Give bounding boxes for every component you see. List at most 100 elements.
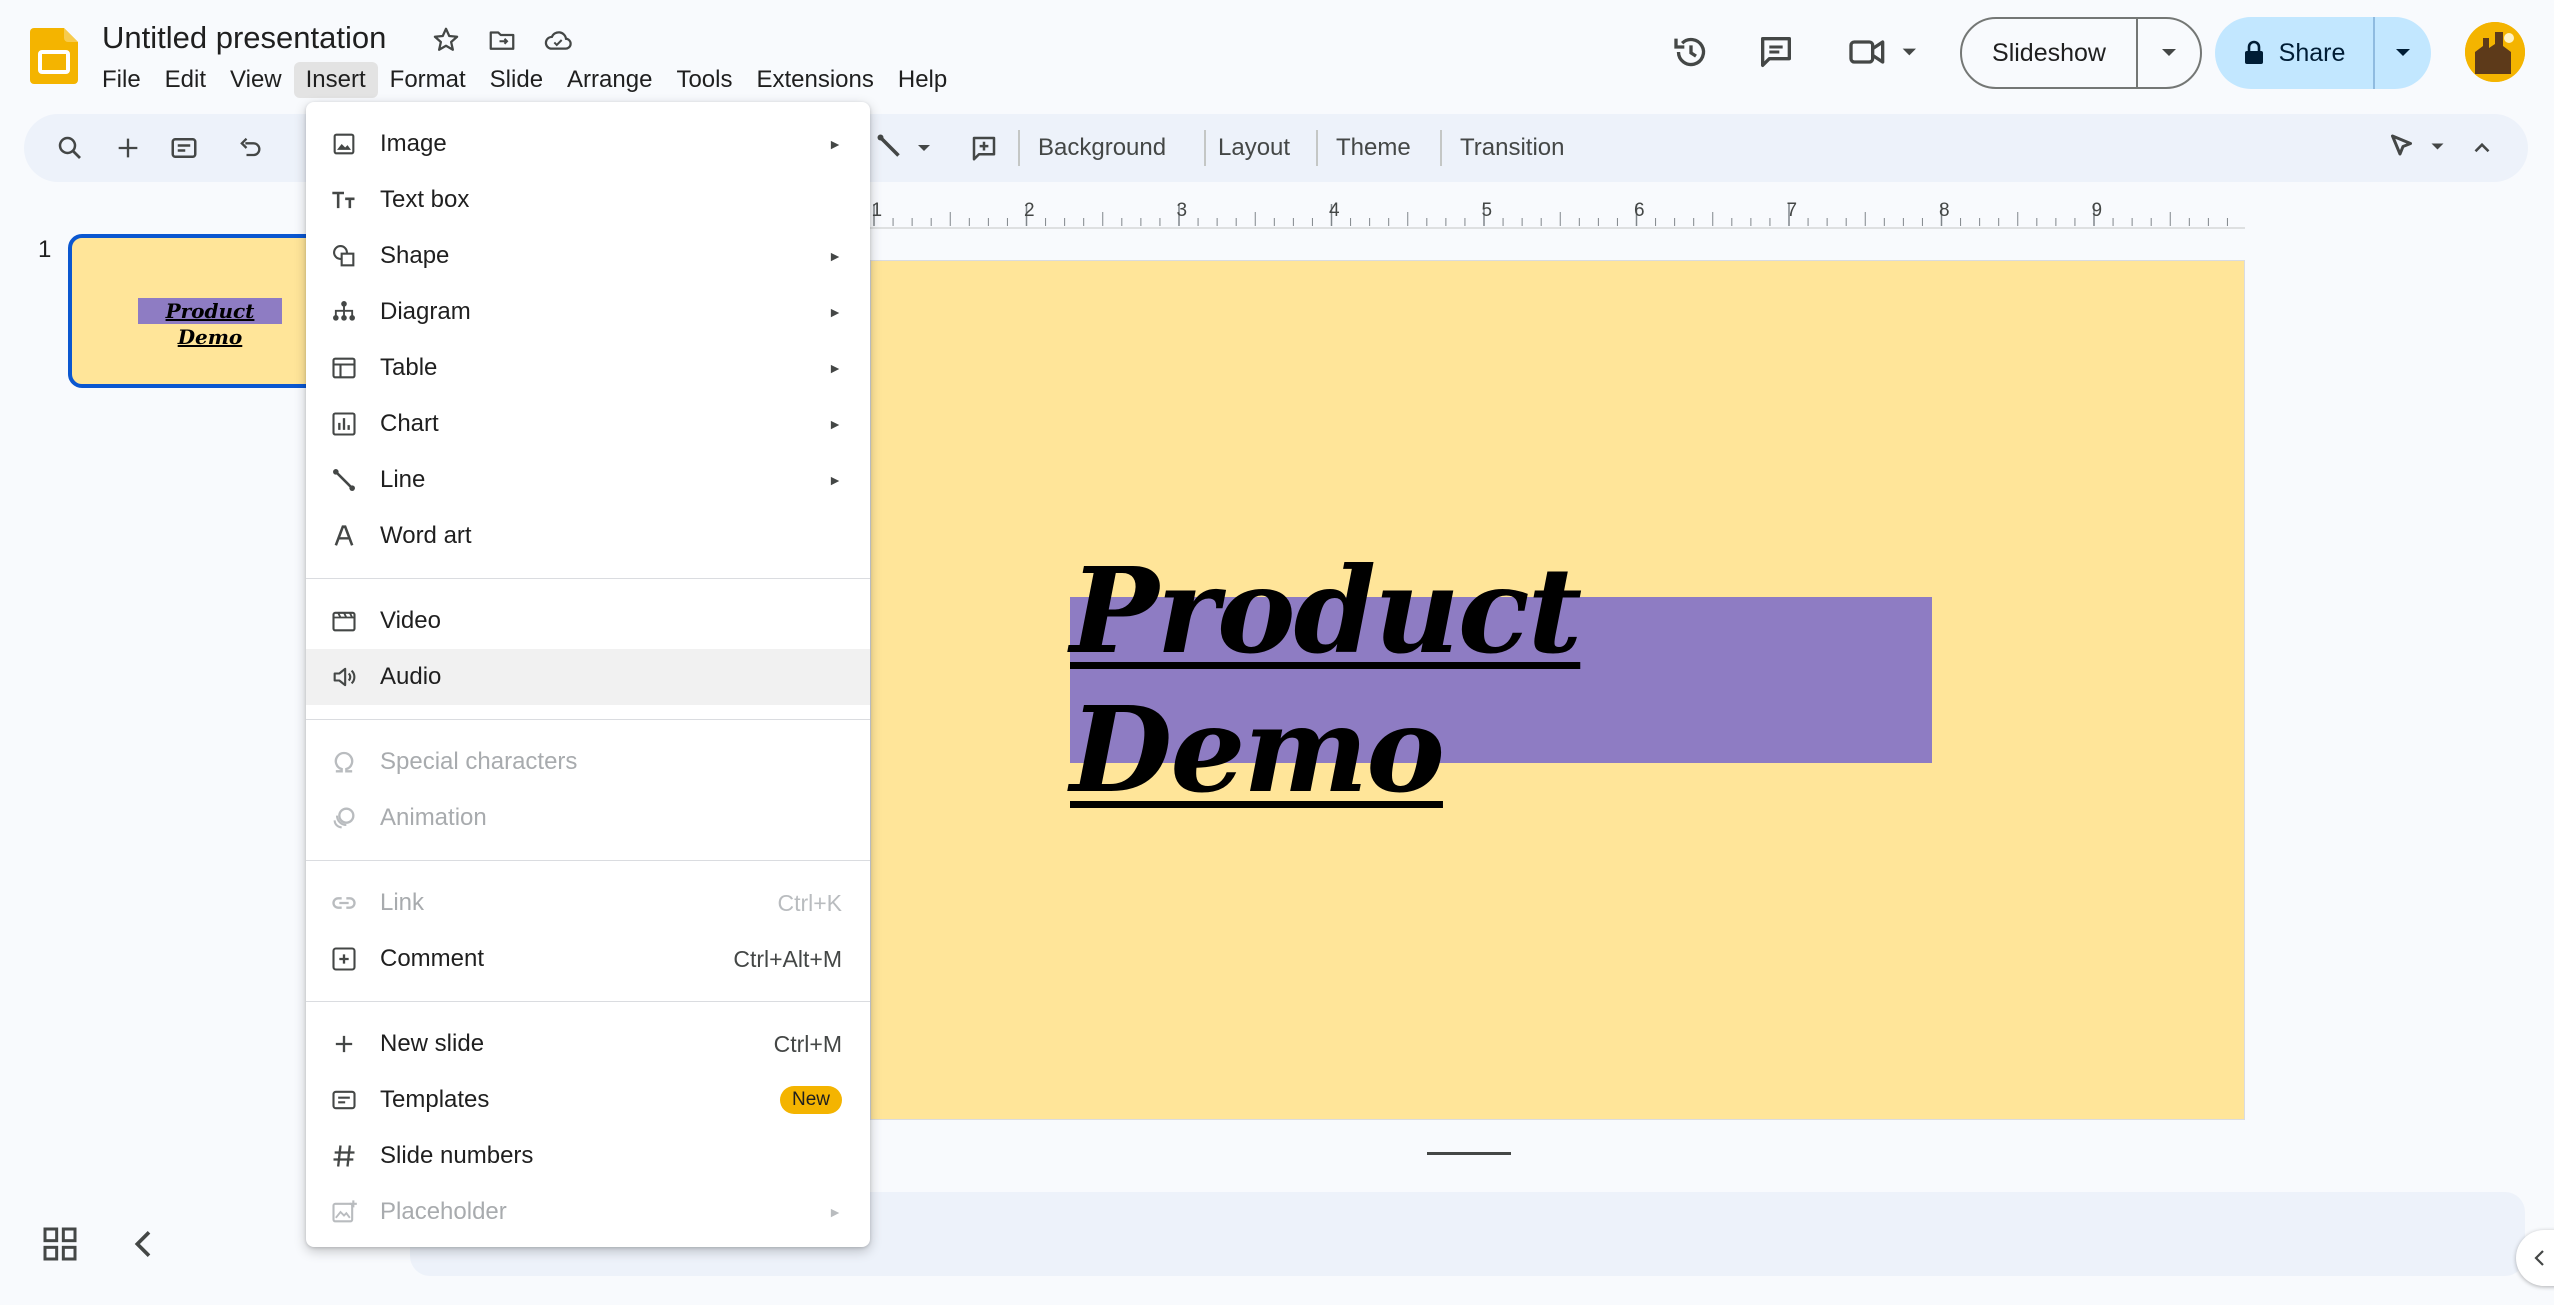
menu-edit[interactable]: Edit: [153, 62, 218, 98]
omega-icon: [328, 746, 360, 778]
templates-icon: [328, 1084, 360, 1116]
layout-button[interactable]: Layout: [1208, 128, 1300, 168]
account-avatar[interactable]: [2465, 22, 2525, 82]
insert-menu-image[interactable]: Image ►: [306, 116, 870, 172]
menu-item-label: Placeholder: [380, 1198, 507, 1225]
menu-item-label: Templates: [380, 1086, 490, 1113]
ruler-number: 5: [1481, 200, 1493, 221]
menu-shortcut: Ctrl+Alt+M: [733, 945, 842, 972]
menu-item-label: Video: [380, 607, 441, 634]
new-slide-plus-icon[interactable]: [104, 124, 152, 172]
comments-icon[interactable]: [1752, 28, 1800, 76]
insert-menu-diagram[interactable]: Diagram ►: [306, 284, 870, 340]
menu-item-label: Animation: [380, 804, 487, 831]
insert-menu-word-art[interactable]: Word art: [306, 508, 870, 564]
submenu-arrow-icon: ►: [828, 248, 842, 264]
insert-menu-chart[interactable]: Chart ►: [306, 396, 870, 452]
slide-number: 1: [38, 236, 52, 263]
share-group: Share: [2215, 17, 2431, 89]
layout-picker-icon[interactable]: [160, 124, 208, 172]
menu-item-label: Text box: [380, 186, 470, 213]
insert-menu-video[interactable]: Video: [306, 593, 870, 649]
slide-canvas[interactable]: Product Demo: [870, 260, 2245, 1120]
insert-menu-table[interactable]: Table ►: [306, 340, 870, 396]
hash-icon: [328, 1140, 360, 1172]
menu-file[interactable]: File: [90, 62, 153, 98]
chart-icon: [328, 408, 360, 440]
share-dropdown[interactable]: [2375, 17, 2431, 89]
menu-item-label: Link: [380, 889, 425, 916]
menu-item-label: Chart: [380, 410, 439, 437]
select-mode-icon[interactable]: [2386, 124, 2456, 172]
menu-separator: [306, 719, 870, 720]
placeholder-icon: [328, 1196, 360, 1228]
slideshow-group: Slideshow: [1960, 17, 2202, 89]
image-icon: [328, 128, 360, 160]
search-menus-icon[interactable]: [46, 124, 94, 172]
toolbar-divider: [1316, 130, 1318, 166]
menu-help[interactable]: Help: [886, 62, 959, 98]
thumbnail-title: Product Demo: [138, 298, 282, 349]
insert-menu-new-slide[interactable]: New slide Ctrl+M: [306, 1016, 870, 1072]
menu-separator: [306, 1001, 870, 1002]
insert-menu-line[interactable]: Line ►: [306, 452, 870, 508]
slide-title[interactable]: Product Demo: [1070, 541, 1932, 819]
insert-menu-placeholder: Placeholder ►: [306, 1184, 870, 1240]
ruler-number: 4: [1329, 200, 1340, 221]
menu-tools[interactable]: Tools: [664, 62, 744, 98]
menu-format[interactable]: Format: [378, 62, 478, 98]
title-text-box[interactable]: Product Demo: [1070, 541, 1932, 819]
insert-menu-audio[interactable]: Audio: [306, 649, 870, 705]
link-icon: [328, 887, 360, 919]
word-art-icon: [328, 520, 360, 552]
insert-menu-comment[interactable]: Comment Ctrl+Alt+M: [306, 931, 870, 987]
undo-icon[interactable]: [226, 124, 274, 172]
insert-menu-templates[interactable]: Templates New: [306, 1072, 870, 1128]
insert-comment-icon[interactable]: [960, 124, 1008, 172]
insert-menu-special-characters: Special characters: [306, 734, 870, 790]
background-button[interactable]: Background: [1028, 128, 1176, 168]
menu-item-label: Comment: [380, 945, 485, 972]
grid-view-icon[interactable]: [40, 1224, 80, 1264]
plus-icon: [328, 1028, 360, 1060]
new-badge: New: [779, 1086, 842, 1114]
meet-icon[interactable]: [1846, 28, 1926, 76]
slideshow-button[interactable]: Slideshow: [1962, 19, 2138, 87]
menu-item-label: Diagram: [380, 298, 471, 325]
menu-shortcut: Ctrl+K: [777, 889, 842, 916]
menu-separator: [306, 578, 870, 579]
video-icon: [328, 605, 360, 637]
menu-bar: File Edit View Insert Format Slide Arran…: [90, 62, 959, 98]
menu-insert[interactable]: Insert: [293, 62, 378, 98]
menu-item-label: Slide numbers: [380, 1142, 534, 1169]
table-icon: [328, 352, 360, 384]
document-title[interactable]: Untitled presentation: [102, 18, 386, 58]
line-icon: [328, 464, 360, 496]
insert-menu-text-box[interactable]: Text box: [306, 172, 870, 228]
submenu-arrow-icon: ►: [828, 416, 842, 432]
notes-resize-handle[interactable]: [1427, 1152, 1511, 1155]
ruler-number: 9: [2091, 200, 2103, 221]
menu-extensions[interactable]: Extensions: [744, 62, 885, 98]
cloud-saved-icon[interactable]: [540, 22, 576, 58]
star-icon[interactable]: [428, 22, 464, 58]
menu-view[interactable]: View: [218, 62, 294, 98]
menu-arrange[interactable]: Arrange: [555, 62, 664, 98]
collapse-toolbar-icon[interactable]: [2458, 124, 2506, 172]
slides-logo[interactable]: [26, 26, 86, 86]
menu-item-label: Line: [380, 466, 426, 493]
insert-menu-slide-numbers[interactable]: Slide numbers: [306, 1128, 870, 1184]
transition-button[interactable]: Transition: [1450, 128, 1574, 168]
share-button[interactable]: Share: [2215, 17, 2375, 89]
insert-menu-shape[interactable]: Shape ►: [306, 228, 870, 284]
ruler-number: 3: [1176, 200, 1188, 221]
version-history-icon[interactable]: [1667, 28, 1715, 76]
move-folder-icon[interactable]: [484, 22, 520, 58]
menu-slide[interactable]: Slide: [478, 62, 555, 98]
ruler-number: 2: [1024, 200, 1035, 221]
slide-thumbnail[interactable]: Product Demo: [68, 234, 328, 388]
line-tool-icon[interactable]: [876, 124, 936, 172]
collapse-filmstrip-icon[interactable]: [124, 1224, 164, 1264]
theme-button[interactable]: Theme: [1326, 128, 1421, 168]
slideshow-dropdown[interactable]: [2138, 19, 2200, 87]
